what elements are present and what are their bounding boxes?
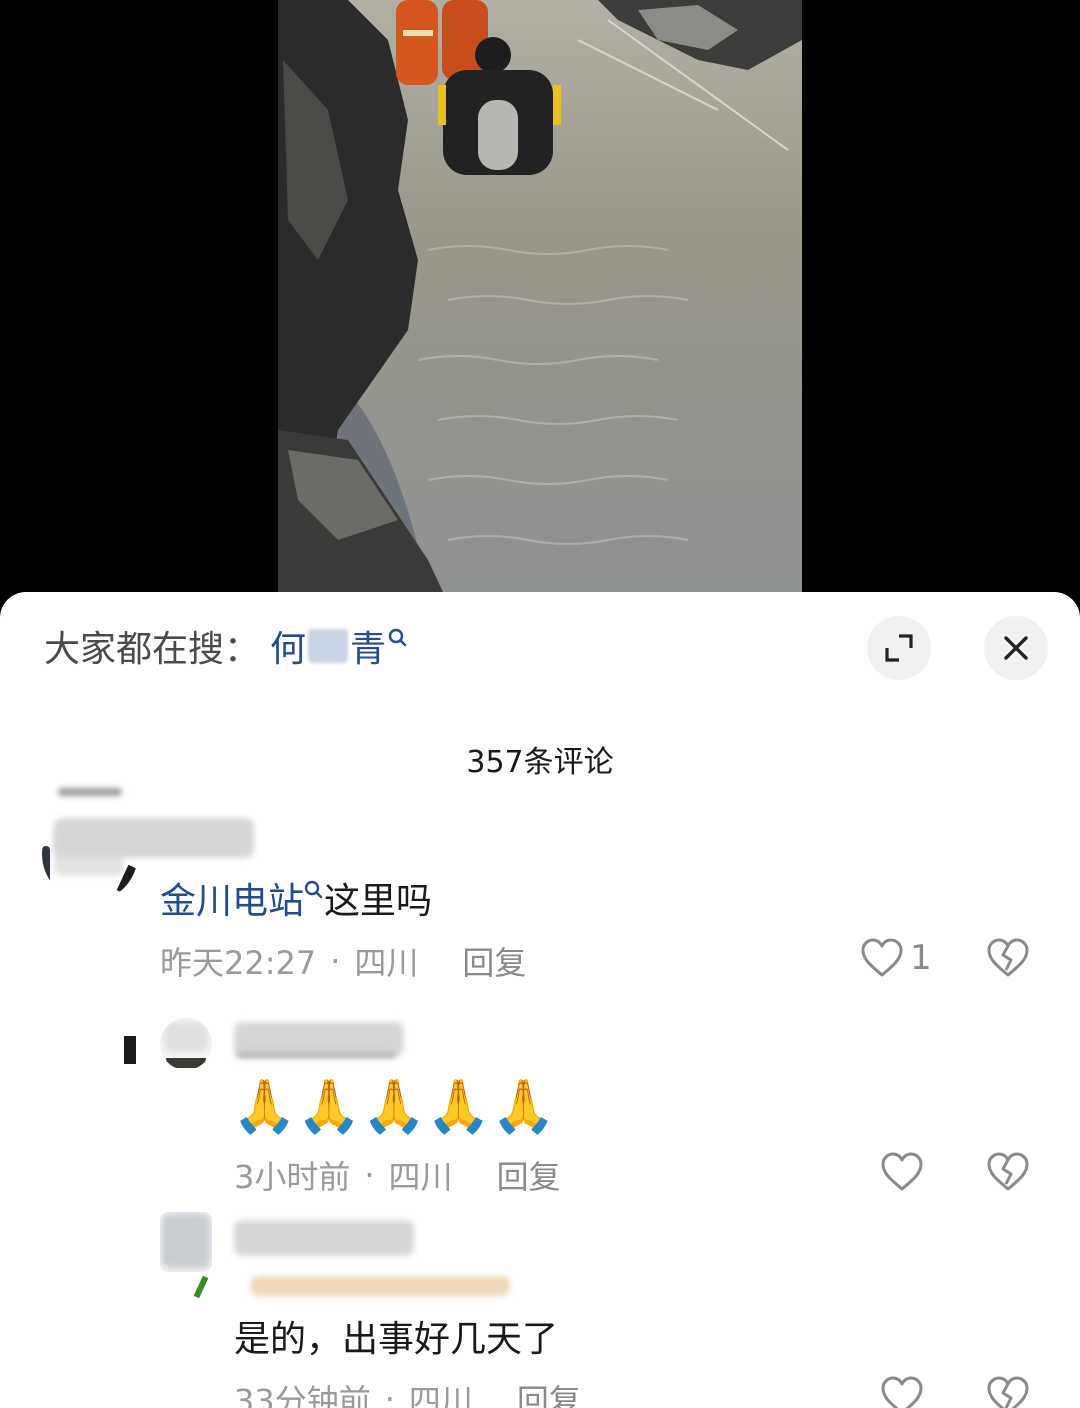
heart-icon (881, 1376, 923, 1408)
location: 四川 (408, 1382, 473, 1408)
avatar-badge (193, 1275, 209, 1299)
broken-heart-icon (987, 938, 1029, 977)
comment-text: 金川电站 这里吗 (160, 872, 432, 924)
video-scene-image (278, 0, 802, 592)
reply-emoji-text: 🙏🙏🙏🙏🙏 (232, 1076, 556, 1137)
trending-search-term[interactable]: 何 青 (270, 620, 408, 672)
reply-emoji: 🙏🙏🙏🙏🙏 (232, 1077, 556, 1137)
username-censored[interactable] (54, 818, 254, 858)
like-button[interactable] (880, 1376, 924, 1408)
reply-meta: 33分钟前 · 四川 回复 (234, 1376, 581, 1408)
censored-text (58, 788, 122, 796)
expand-button[interactable] (867, 616, 931, 680)
search-term-start: 何 (270, 629, 307, 670)
censored-text (308, 629, 349, 663)
like-button[interactable] (880, 1152, 924, 1192)
reply-button[interactable]: 回复 (497, 1152, 561, 1198)
close-icon (1004, 636, 1028, 660)
reply-meta: 3小时前 · 四川 回复 (234, 1152, 561, 1198)
avatar[interactable] (160, 1212, 212, 1272)
avatar-badge (124, 1036, 136, 1064)
broken-heart-icon (987, 1376, 1029, 1408)
username-censored[interactable] (234, 1022, 404, 1056)
comment-body: 这里吗 (324, 881, 433, 922)
search-icon (388, 628, 407, 647)
reply-button[interactable]: 回复 (462, 938, 526, 984)
reply-button[interactable]: 回复 (517, 1376, 581, 1408)
reply-body: 是的，出事好几天了 (234, 1319, 559, 1360)
expand-icon (885, 634, 913, 662)
comment-sheet: 大家都在搜： 何 青 357条评论 金川电站 这里吗 昨天22:27 · 四川 … (0, 592, 1080, 1408)
timestamp: 3小时前 (234, 1158, 351, 1196)
username-censored[interactable] (234, 1220, 414, 1256)
comment-meta: 昨天22:27 · 四川 回复 (160, 938, 526, 984)
timestamp: 33分钟前 (234, 1382, 371, 1408)
dislike-button[interactable] (986, 1376, 1030, 1408)
timestamp: 昨天22:27 (160, 944, 317, 982)
dislike-button[interactable] (986, 938, 1030, 978)
like-button[interactable]: 1 (860, 938, 932, 978)
video-frame (278, 0, 802, 592)
meta-separator: · (364, 1156, 375, 1194)
search-term-end: 青 (350, 629, 387, 670)
dislike-button[interactable] (986, 1152, 1030, 1192)
reply-text: 是的，出事好几天了 (234, 1310, 558, 1362)
heart-icon (881, 1152, 923, 1191)
like-count: 1 (910, 938, 932, 978)
censored-text (236, 1052, 396, 1058)
censored-text (250, 1276, 510, 1296)
video-player[interactable] (0, 0, 1080, 600)
avatar[interactable] (160, 1018, 212, 1070)
heart-icon (861, 938, 903, 977)
trending-search-row[interactable]: 大家都在搜： 何 青 (44, 618, 408, 674)
search-icon (304, 880, 323, 899)
trending-search-label: 大家都在搜： (44, 629, 261, 670)
meta-separator: · (330, 942, 341, 980)
broken-heart-icon (987, 1152, 1029, 1191)
comment-count: 357条评论 (466, 745, 614, 780)
comment-hashtag-link[interactable]: 金川电站 (160, 872, 324, 924)
close-button[interactable] (984, 616, 1048, 680)
location: 四川 (388, 1158, 453, 1196)
location: 四川 (354, 944, 419, 982)
meta-separator: · (384, 1380, 395, 1408)
